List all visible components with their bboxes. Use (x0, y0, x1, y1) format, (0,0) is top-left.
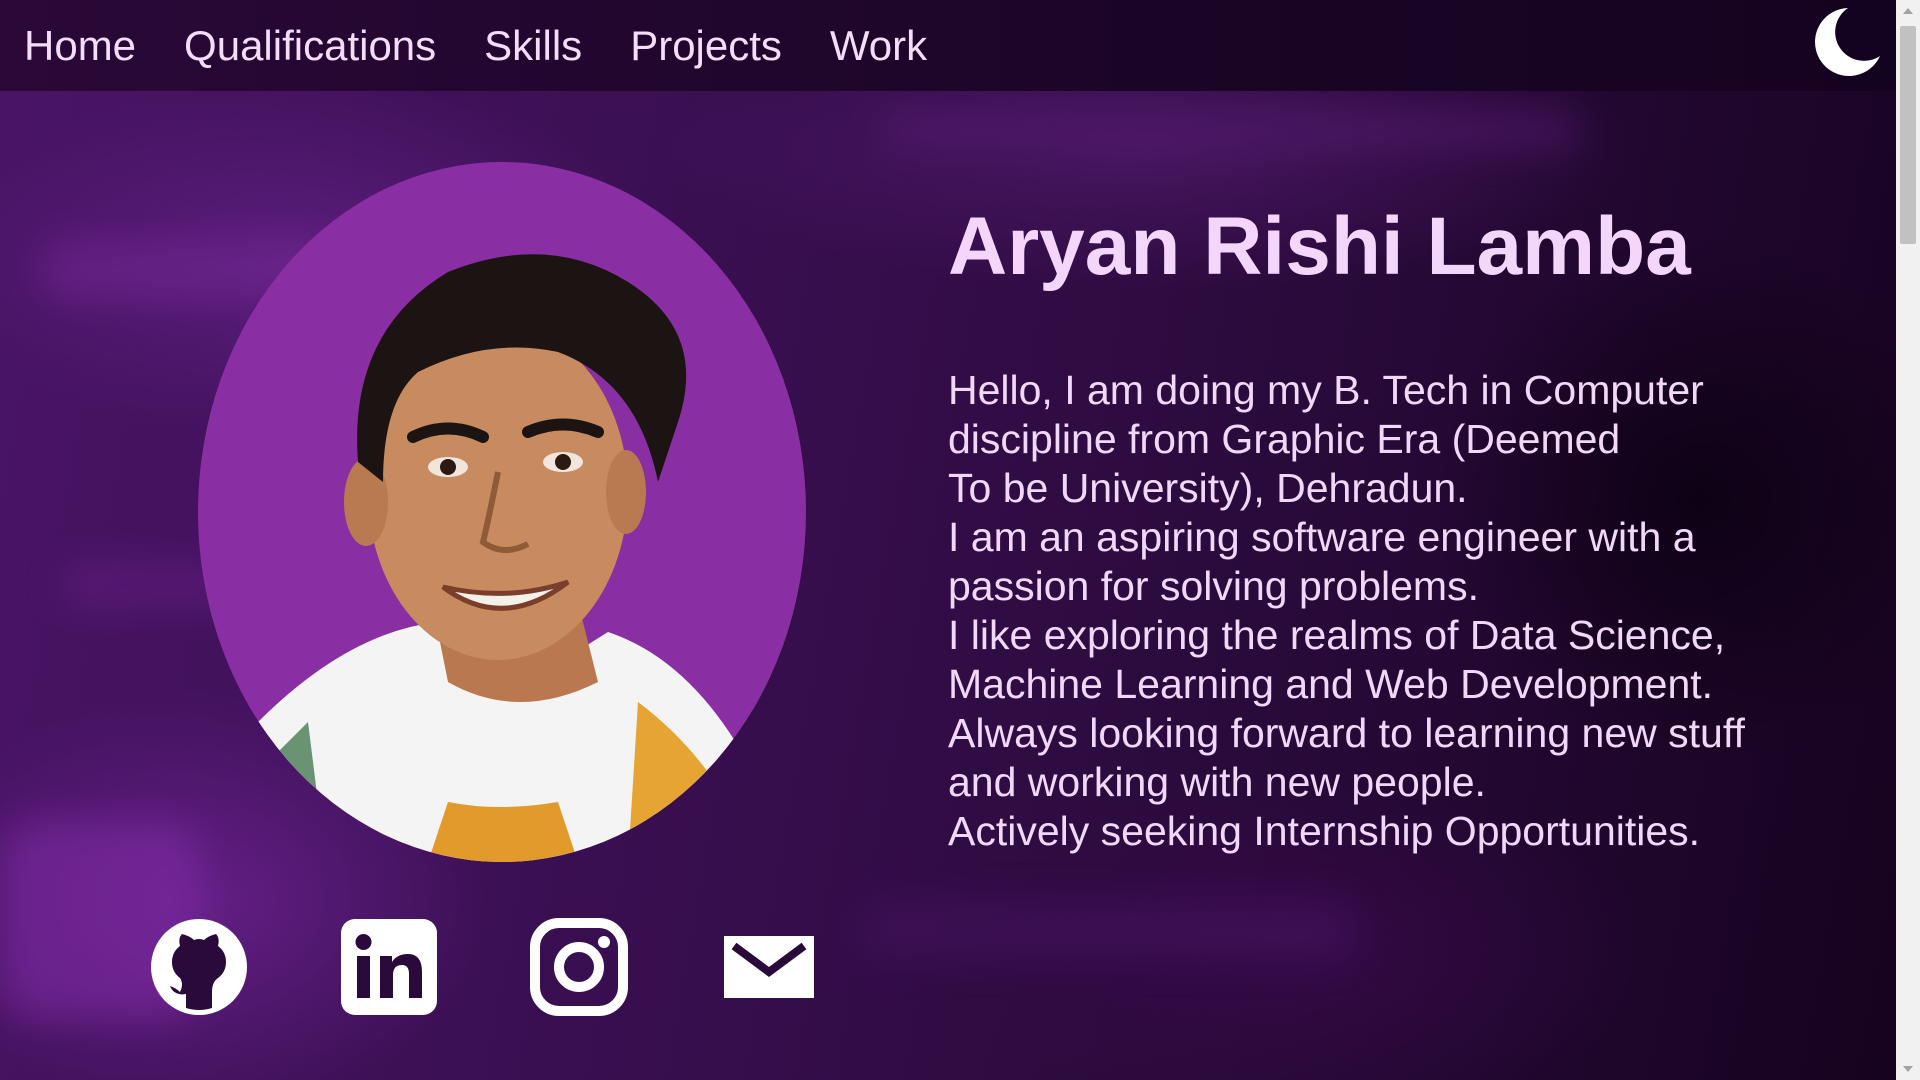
bio-line: passion for solving problems. (948, 563, 1479, 609)
bio-line: Hello, I am doing my B. Tech in Computer (948, 367, 1704, 413)
bio-line: discipline from Graphic Era (Deemed (948, 416, 1621, 462)
nav-work[interactable]: Work (830, 22, 927, 70)
bio-line: I am an aspiring software engineer with … (948, 514, 1696, 560)
moon-icon (1815, 8, 1880, 76)
bio-line: Always looking forward to learning new s… (948, 710, 1745, 756)
bio-line: To be University), Dehradun. (948, 465, 1468, 511)
bio-line: I like exploring the realms of Data Scie… (948, 612, 1726, 658)
profile-photo (198, 162, 806, 862)
top-navbar: Home Qualifications Skills Projects Work (0, 0, 1896, 91)
github-icon (151, 919, 247, 1015)
linkedin-link[interactable] (340, 918, 438, 1016)
instagram-icon (530, 918, 628, 1016)
nav-qualifications[interactable]: Qualifications (184, 22, 436, 70)
scroll-down-arrow-icon[interactable] (1903, 1066, 1913, 1072)
profile-name: Aryan Rishi Lamba (948, 201, 1691, 292)
profile-bio: Hello, I am doing my B. Tech in Computer… (948, 366, 1848, 856)
scroll-up-arrow-icon[interactable] (1903, 8, 1913, 14)
nav-projects[interactable]: Projects (630, 22, 782, 70)
email-link[interactable] (720, 918, 818, 1016)
theme-toggle-button[interactable] (1808, 4, 1884, 80)
scroll-thumb[interactable] (1900, 26, 1916, 244)
linkedin-icon (341, 919, 437, 1015)
github-link[interactable] (150, 918, 248, 1016)
page: Home Qualifications Skills Projects Work (0, 0, 1920, 1080)
instagram-link[interactable] (530, 918, 628, 1016)
nav-skills[interactable]: Skills (484, 22, 582, 70)
profile-photo-illustration (218, 254, 798, 862)
bio-line: Actively seeking Internship Opportunitie… (948, 808, 1701, 854)
bio-line: and working with new people. (948, 759, 1486, 805)
bio-line: Machine Learning and Web Development. (948, 661, 1714, 707)
nav-home[interactable]: Home (24, 22, 136, 70)
mail-icon (724, 936, 814, 998)
vertical-scrollbar[interactable] (1896, 0, 1920, 1080)
